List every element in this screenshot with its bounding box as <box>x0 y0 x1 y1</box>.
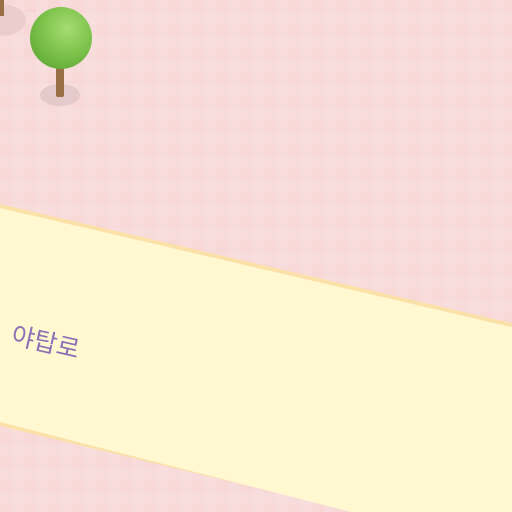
map-view[interactable]: 야탑로 <box>0 0 512 512</box>
map-canvas[interactable]: 야탑로 <box>0 0 512 512</box>
